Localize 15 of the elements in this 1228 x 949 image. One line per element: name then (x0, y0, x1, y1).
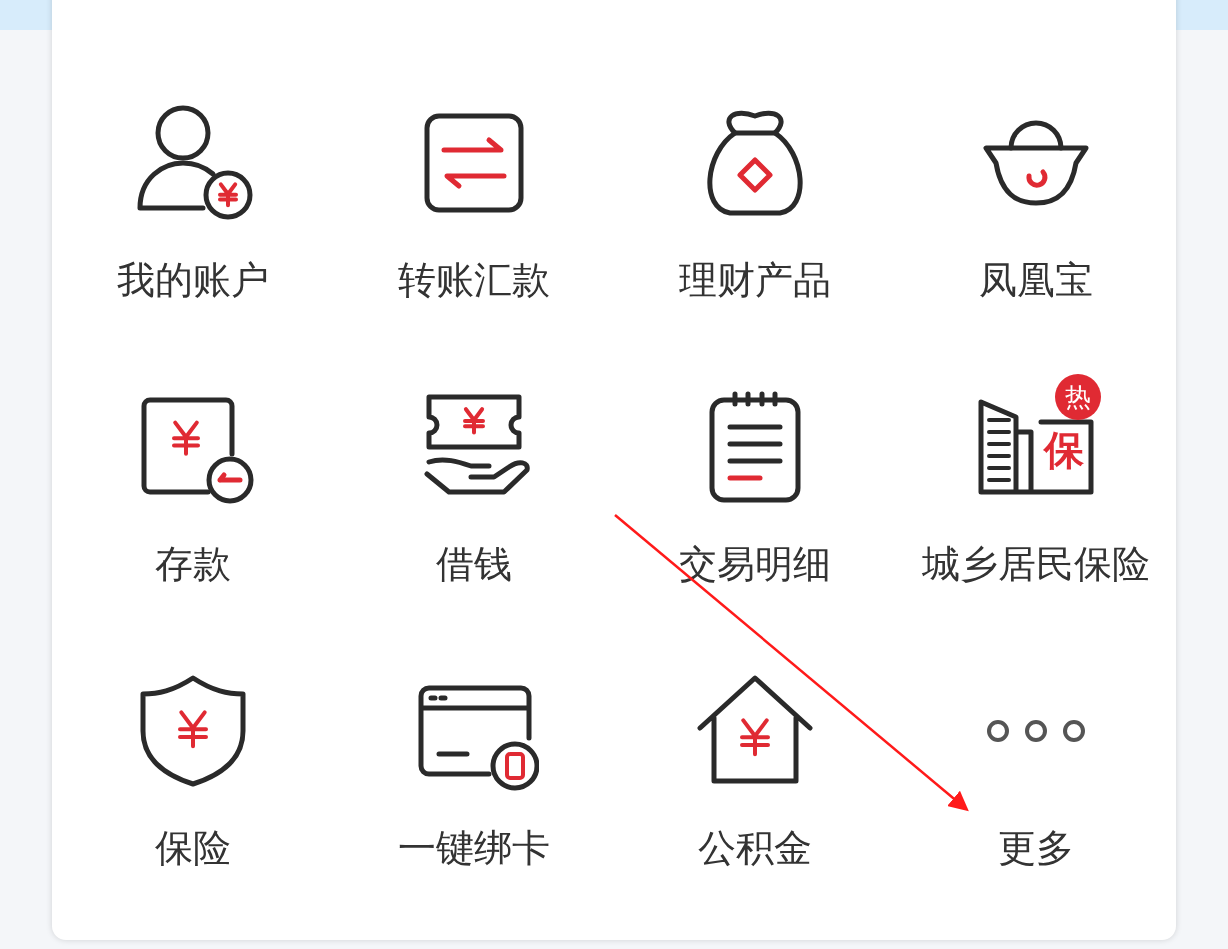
menu-item-label[interactable]: 公积金 (697, 824, 812, 872)
menu-item-label[interactable]: 城乡居民保险 (921, 540, 1150, 588)
menu-item-label[interactable]: 凤凰宝 (978, 256, 1093, 304)
menu-item-label[interactable]: 一键绑卡 (397, 824, 550, 872)
more-icon (986, 719, 1085, 743)
menu-item-label[interactable]: 保险 (154, 824, 231, 872)
menu-item-label[interactable]: 交易明细 (678, 540, 831, 588)
hot-badge: 热 (1054, 374, 1101, 420)
icon-character: 保 (1043, 430, 1084, 470)
menu-item-label[interactable]: 更多 (997, 824, 1074, 872)
menu-item-label[interactable]: 转账汇款 (397, 256, 550, 304)
menu-item-label[interactable]: 借钱 (435, 540, 512, 588)
menu-item-label[interactable]: 我的账户 (116, 256, 269, 304)
menu-item-label[interactable]: 理财产品 (678, 256, 831, 304)
menu-item-label[interactable]: 存款 (154, 540, 231, 588)
